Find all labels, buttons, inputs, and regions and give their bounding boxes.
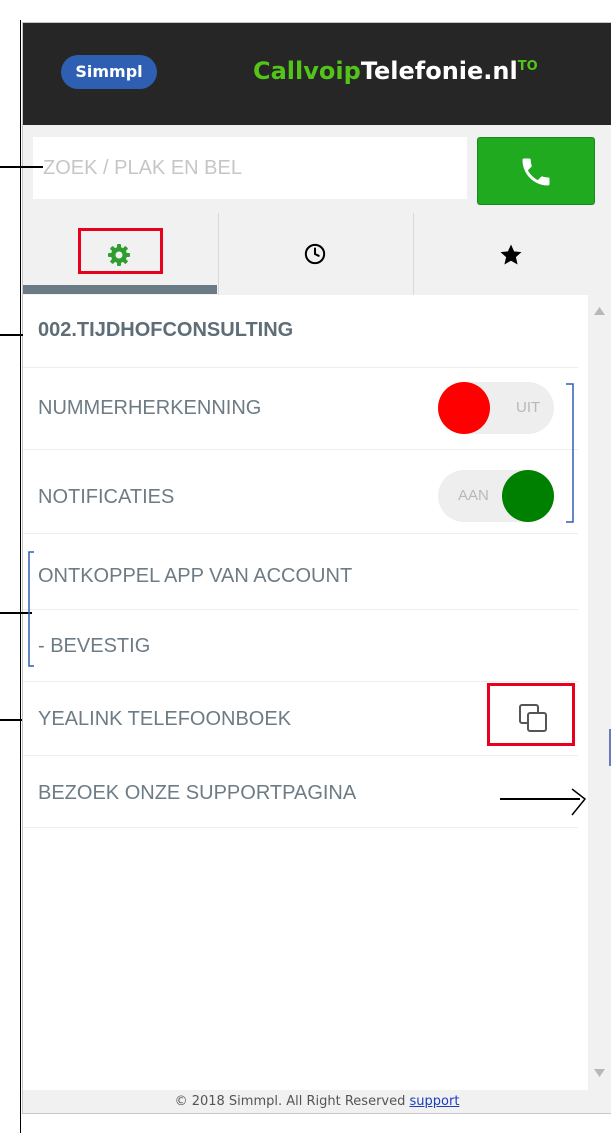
bracket-toggles (566, 383, 574, 523)
annotation-arrowhead-support (571, 788, 587, 816)
bracket-disconnect (28, 551, 34, 667)
annotation-overlay (0, 166, 587, 816)
